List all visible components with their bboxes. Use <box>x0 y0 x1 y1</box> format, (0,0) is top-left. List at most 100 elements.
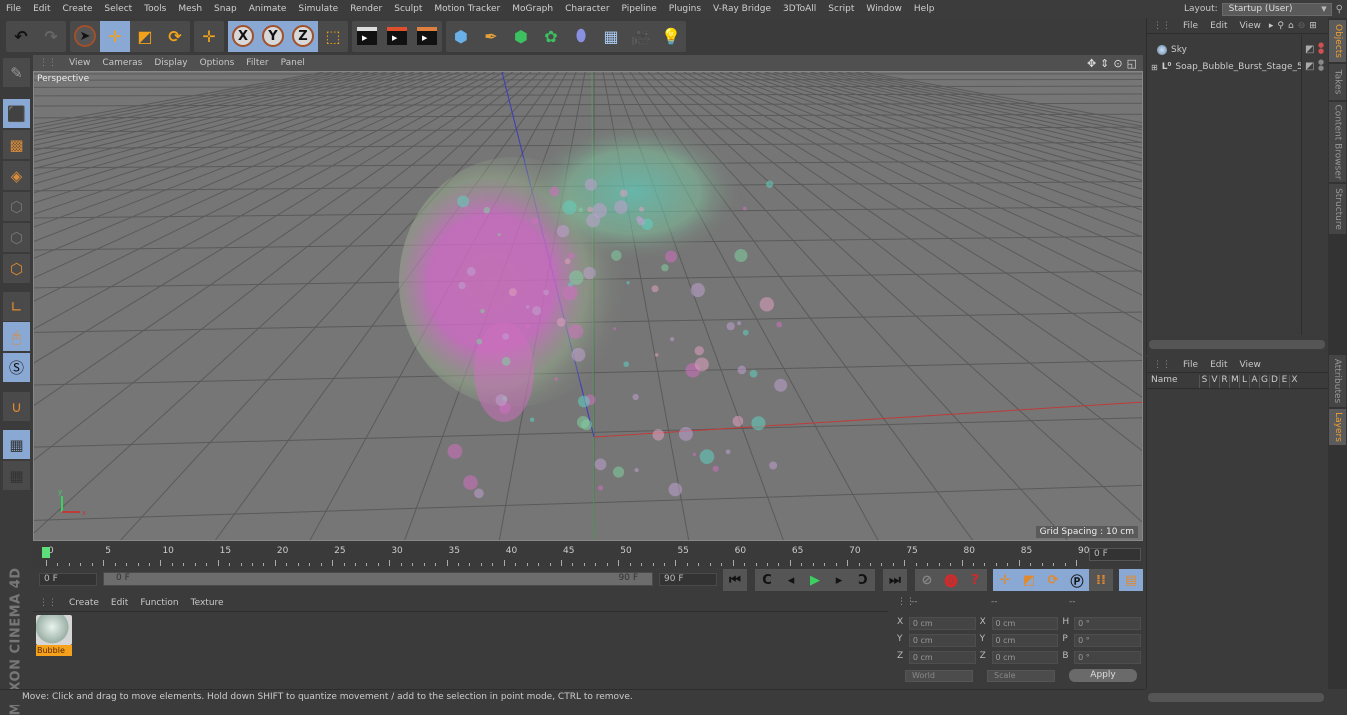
cube-button[interactable]: ⬢ <box>446 21 476 52</box>
layer-col-animation[interactable]: A <box>1249 375 1259 388</box>
menu-window[interactable]: Window <box>860 4 908 14</box>
viewport-menu-filter[interactable]: Filter <box>240 58 274 68</box>
parameter-key-button[interactable]: Ⓟ <box>1065 569 1089 591</box>
layer-col-view[interactable]: V <box>1209 375 1219 388</box>
record-active-button[interactable]: ⊘ <box>915 569 939 591</box>
size-x-field[interactable]: 0 cm <box>992 617 1059 630</box>
keyframe-selection-button[interactable]: ? <box>963 569 987 591</box>
points-mode-button[interactable]: ⬡ <box>3 192 30 221</box>
menu-pipeline[interactable]: Pipeline <box>616 4 663 14</box>
render-view-button[interactable] <box>352 21 382 52</box>
menu-mesh[interactable]: Mesh <box>172 4 208 14</box>
object-menu-view[interactable]: View <box>1234 21 1267 31</box>
material-bubble[interactable]: Bubble <box>36 615 72 657</box>
apply-button[interactable]: Apply <box>1069 669 1137 682</box>
rot-p-field[interactable]: 0 ° <box>1074 634 1141 647</box>
size-mode-dropdown[interactable]: Scale <box>987 670 1055 682</box>
perspective-viewport[interactable]: Perspective y x <box>33 71 1143 541</box>
edges-mode-button[interactable]: ⬡ <box>3 223 30 252</box>
texture-mode-button[interactable]: ▩ <box>3 130 30 159</box>
object-horizontal-scrollbar[interactable] <box>1149 340 1325 349</box>
pos-z-field[interactable]: 0 cm <box>909 651 976 664</box>
dolly-icon[interactable]: ⇕ <box>1100 57 1109 70</box>
floor-button[interactable]: ▦ <box>596 21 626 52</box>
redo-button[interactable]: ↷ <box>36 21 66 52</box>
viewport-menu-cameras[interactable]: Cameras <box>96 58 148 68</box>
make-editable-button[interactable]: ✎ <box>3 58 30 87</box>
recent-tool-button[interactable]: ✛ <box>194 21 224 52</box>
menu-render[interactable]: Render <box>344 4 388 14</box>
menu-edit[interactable]: Edit <box>27 4 56 14</box>
layer-col-locked[interactable]: L <box>1239 375 1249 388</box>
editor-visibility-icon[interactable]: ◩ <box>1305 44 1314 55</box>
visibility-dots-icon[interactable]: ●● <box>1318 42 1324 54</box>
coordinate-mode-dropdown[interactable]: World <box>905 670 973 682</box>
more-arrow-icon[interactable]: ▸ <box>1267 21 1276 31</box>
home-icon[interactable]: ⌂ <box>1286 21 1296 31</box>
scale-tool-button[interactable]: ◩ <box>130 21 160 52</box>
menu-character[interactable]: Character <box>559 4 615 14</box>
rotate-tool-button[interactable]: ⟳ <box>160 21 190 52</box>
editor-visibility-icon[interactable]: ◩ <box>1305 61 1314 72</box>
menu-simulate[interactable]: Simulate <box>292 4 344 14</box>
layout-dropdown[interactable]: Startup (User) <box>1222 3 1332 16</box>
subdivision-button[interactable]: ⬢ <box>506 21 536 52</box>
menu-mograph[interactable]: MoGraph <box>506 4 559 14</box>
end-frame-field[interactable]: 90 F <box>659 573 717 586</box>
next-key-button[interactable]: Ↄ <box>851 569 875 591</box>
material-menu-edit[interactable]: Edit <box>105 598 134 608</box>
layer-col-solo[interactable]: S <box>1199 375 1209 388</box>
expand-toggle-icon[interactable]: ⊞ <box>1151 63 1158 72</box>
position-key-button[interactable]: ✛ <box>993 569 1017 591</box>
workplane-mode-button[interactable]: ◈ <box>3 161 30 190</box>
material-menu-function[interactable]: Function <box>134 598 184 608</box>
go-to-end-button[interactable]: ⏭ <box>883 569 907 591</box>
material-menu-create[interactable]: Create <box>63 598 105 608</box>
layer-col-render[interactable]: R <box>1219 375 1229 388</box>
tweak-mode-button[interactable]: 🖰 <box>3 322 30 351</box>
size-z-field[interactable]: 0 cm <box>992 651 1059 664</box>
timeline-ruler[interactable]: 051015202530354045505560657075808590 0 F <box>33 544 1143 568</box>
layer-col-xref[interactable]: X <box>1289 375 1299 388</box>
range-slider[interactable]: 0 F 90 F <box>103 572 653 586</box>
layer-col-generators[interactable]: G <box>1259 375 1269 388</box>
z-axis-button[interactable]: Z <box>288 21 318 52</box>
menu-snap[interactable]: Snap <box>208 4 243 14</box>
material-menu-texture[interactable]: Texture <box>185 598 230 608</box>
search-icon[interactable]: ⚲ <box>1336 4 1343 15</box>
cloner-button[interactable]: ✿ <box>536 21 566 52</box>
tab-layers[interactable]: Layers <box>1329 409 1346 445</box>
coordinate-system-button[interactable]: ⬚ <box>318 21 348 52</box>
previous-frame-button[interactable]: ◂ <box>779 569 803 591</box>
render-settings-button[interactable] <box>412 21 442 52</box>
link-icon[interactable]: ⊖ <box>1296 21 1308 31</box>
snap-button[interactable]: ∪ <box>3 392 30 421</box>
layer-horizontal-scrollbar[interactable] <box>1148 693 1324 702</box>
tab-structure[interactable]: Structure <box>1329 184 1346 234</box>
layer-col-name[interactable]: Name <box>1147 375 1199 388</box>
layer-menu-view[interactable]: View <box>1234 360 1267 370</box>
menu-file[interactable]: File <box>0 4 27 14</box>
menu-3dtoall[interactable]: 3DToAll <box>777 4 822 14</box>
viewport-menu-panel[interactable]: Panel <box>275 58 311 68</box>
menu-script[interactable]: Script <box>822 4 860 14</box>
menu-sculpt[interactable]: Sculpt <box>388 4 428 14</box>
playhead-marker[interactable] <box>42 547 50 558</box>
layer-col-deformers[interactable]: D <box>1269 375 1279 388</box>
solo-button[interactable]: Ⓢ <box>3 353 30 382</box>
tab-content-browser[interactable]: Content Browser <box>1329 102 1346 182</box>
size-y-field[interactable]: 0 cm <box>992 634 1059 647</box>
x-axis-button[interactable]: X <box>228 21 258 52</box>
menu-motion-tracker[interactable]: Motion Tracker <box>428 4 506 14</box>
rot-b-field[interactable]: 0 ° <box>1074 651 1141 664</box>
play-button[interactable]: ▶ <box>803 569 827 591</box>
locked-workplane-button[interactable]: ▦ <box>3 430 30 459</box>
object-menu-edit[interactable]: Edit <box>1204 21 1233 31</box>
rotation-key-button[interactable]: ⟳ <box>1041 569 1065 591</box>
render-picture-viewer-button[interactable] <box>382 21 412 52</box>
menu-create[interactable]: Create <box>57 4 99 14</box>
layer-col-expressions[interactable]: E <box>1279 375 1289 388</box>
tab-attributes[interactable]: Attributes <box>1329 355 1346 407</box>
viewport-menu-display[interactable]: Display <box>148 58 193 68</box>
new-view-icon[interactable]: ⊞ <box>1307 21 1319 31</box>
